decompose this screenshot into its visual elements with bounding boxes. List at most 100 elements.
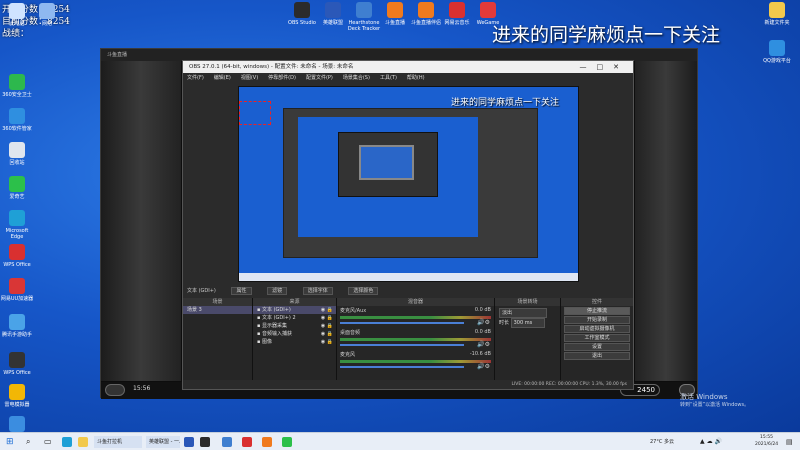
tray-icons[interactable]: ▲☁🔊 <box>700 436 724 448</box>
menu-item[interactable]: 停靠部件(D) <box>268 75 296 81</box>
nested-desktop <box>298 117 478 237</box>
desktop-item-4[interactable]: 回收站 <box>0 142 34 166</box>
explorer-icon[interactable] <box>78 437 88 447</box>
filters-button[interactable]: 滤镜 <box>267 287 288 295</box>
desktop-item-6-icon <box>9 210 25 226</box>
edge-icon[interactable] <box>62 437 72 447</box>
taskbar-item-2[interactable]: 英雄联盟 - 一... <box>146 436 180 448</box>
obs-statusbar: LIVE: 00:00:00 REC: 00:00:00 CPU: 1.3%, … <box>183 380 633 389</box>
menu-item[interactable]: 编辑(E) <box>214 75 231 81</box>
weather-label[interactable]: 27°C 多云 <box>650 436 674 448</box>
desktop-item-11[interactable]: 雷电模拟器 <box>0 384 34 408</box>
mute-icon[interactable]: 🔊⚙ <box>477 319 490 326</box>
control-button[interactable]: 退出 <box>564 352 630 360</box>
desktop-top-item-1[interactable]: 英雄联盟 <box>316 2 350 26</box>
obs-preview[interactable]: 进来的同学麻烦点一下关注 <box>238 86 579 282</box>
mixer-track-name: 麦克风 <box>340 352 356 358</box>
menu-item[interactable]: 配置文件(P) <box>306 75 333 81</box>
desktop-icon-label: 斗鱼直播伴侣 <box>410 20 441 26</box>
desktop-top-item-5[interactable]: 网易云音乐 <box>440 2 474 26</box>
control-button[interactable]: 停止推流 <box>564 307 630 315</box>
clock-date: 2021/6/24 <box>755 442 779 447</box>
start-icon[interactable]: ⊞ <box>6 436 14 448</box>
obs-menubar: 文件(F) 编辑(E) 视图(V) 停靠部件(D) 配置文件(P) 场景集合(S) 工具(T… <box>183 73 633 83</box>
clock[interactable]: 15:55 2021/6/24 <box>755 434 779 447</box>
visibility-icon[interactable]: ◉ 🔒 <box>321 322 336 330</box>
obs-docks: 场景 场景 3 ＋－∧∨ 来源 ▪ 文本 (GDI+)◉ 🔒▪ 文本 (GDI+… <box>183 298 633 389</box>
select-font-button[interactable]: 选择字体 <box>302 287 333 295</box>
taskbar-item-1[interactable]: 斗鱼打拉机 <box>94 436 142 448</box>
desktop-icon-label: 网易云音乐 <box>444 20 470 26</box>
hdt-icon[interactable] <box>222 437 232 447</box>
desktop-top-item-4[interactable]: 斗鱼直播伴侣 <box>409 2 443 26</box>
mixer-track-name: 麦克风/Aux <box>340 308 367 314</box>
source-item[interactable]: ▪ 图像 ◉ 🔒 <box>253 338 336 346</box>
select-color-button[interactable]: 选择颜色 <box>348 287 379 295</box>
menu-item[interactable]: 帮助(H) <box>407 75 425 81</box>
source-item[interactable]: ▪ 音频输入捕获 ◉ 🔒 <box>253 330 336 338</box>
desktop-right-item-0-icon <box>769 2 785 18</box>
window-controls[interactable]: —□✕ <box>580 61 629 73</box>
activate-windows-watermark: 激活 Windows 转到“设置”以激活 Windows。 <box>680 393 749 409</box>
desktop-top-item-3[interactable]: 斗鱼直播 <box>378 2 412 26</box>
visibility-icon[interactable]: ◉ 🔒 <box>321 338 336 346</box>
lol-icon[interactable] <box>184 437 194 447</box>
game-menu-icon[interactable] <box>105 384 125 396</box>
control-button[interactable]: 工作室模式 <box>564 334 630 342</box>
source-item[interactable]: ▪ 显示器采集 ◉ 🔒 <box>253 322 336 330</box>
mute-icon[interactable]: 🔊⚙ <box>477 363 490 370</box>
menu-item[interactable]: 文件(F) <box>187 75 204 81</box>
transition-select[interactable]: 淡出 <box>499 308 547 318</box>
controls-dock: 控件 停止推流 开始录制 启动虚拟摄像机 工作室模式 设置 退出 <box>561 298 633 389</box>
desktop-item-5[interactable]: 爱奇艺 <box>0 176 34 200</box>
menu-item[interactable]: 工具(T) <box>380 75 397 81</box>
app-icon[interactable] <box>282 437 292 447</box>
desktop-item-1[interactable]: 网络 <box>30 3 64 27</box>
control-button[interactable]: 启动虚拟摄像机 <box>564 325 630 333</box>
desktop-item-11-icon <box>9 384 25 400</box>
desktop-item-9[interactable]: 腾讯手游助手 <box>0 314 34 338</box>
source-selection-box[interactable] <box>239 101 271 125</box>
douyu-icon[interactable] <box>262 437 272 447</box>
notification-icon[interactable]: ▤ <box>786 436 793 448</box>
volume-slider[interactable] <box>340 344 464 346</box>
source-item[interactable]: ▪ 文本 (GDI+) ◉ 🔒 <box>253 306 336 314</box>
desktop-item-6[interactable]: Microsoft Edge <box>0 210 34 240</box>
desktop-item-8[interactable]: 网易UU加速器 <box>0 278 34 302</box>
desktop-item-10[interactable]: WPS Office <box>0 352 34 376</box>
desktop-item-2[interactable]: 360安全卫士 <box>0 74 34 98</box>
desktop-item-7[interactable]: WPS Office <box>0 244 34 268</box>
menu-item[interactable]: 视图(V) <box>241 75 258 81</box>
desktop-right-item-1[interactable]: QQ游戏平台 <box>760 40 794 64</box>
desktop-top-item-0[interactable]: OBS Studio <box>285 2 319 26</box>
netease-icon[interactable] <box>242 437 252 447</box>
nested-preview <box>283 108 538 258</box>
menu-item[interactable]: 场景集合(S) <box>343 75 370 81</box>
duration-input[interactable]: 300 ms <box>510 318 545 328</box>
volume-meter <box>340 316 491 319</box>
source-item[interactable]: ▪ 文本 (GDI+) 2 ◉ 🔒 <box>253 314 336 322</box>
desktop-icon-label: 新建文件夹 <box>764 20 790 26</box>
visibility-icon[interactable]: ◉ 🔒 <box>321 330 336 338</box>
obs-window-title: OBS 27.0.1 (64-bit, windows) - 配置文件: 未命名… <box>189 64 354 70</box>
volume-slider[interactable] <box>340 322 464 324</box>
properties-button[interactable]: 属性 <box>231 287 252 295</box>
volume-slider[interactable] <box>340 366 464 368</box>
desktop-item-0[interactable]: 此电脑 <box>0 3 34 27</box>
mixer-track-db: 0.0 dB <box>474 329 491 335</box>
desktop-right-item-0[interactable]: 新建文件夹 <box>760 2 794 26</box>
desktop-icon-label: 网易UU加速器 <box>0 296 34 302</box>
search-icon[interactable]: ⌕ <box>26 436 30 448</box>
desktop-top-item-2[interactable]: Hearthstone Deck Tracker <box>347 2 381 32</box>
obs-icon[interactable] <box>200 437 210 447</box>
control-button[interactable]: 设置 <box>564 343 630 351</box>
control-button[interactable]: 开始录制 <box>564 316 630 324</box>
task-view-icon[interactable]: ▭ <box>44 436 52 448</box>
scene-item[interactable]: 场景 3 <box>183 306 252 314</box>
mute-icon[interactable]: 🔊⚙ <box>477 341 490 348</box>
visibility-icon[interactable]: ◉ 🔒 <box>321 306 336 314</box>
activate-title: 激活 Windows <box>680 393 728 401</box>
desktop-item-3[interactable]: 360软件管家 <box>0 108 34 132</box>
visibility-icon[interactable]: ◉ 🔒 <box>321 314 336 322</box>
desktop-icon-label: 360安全卫士 <box>2 92 32 98</box>
